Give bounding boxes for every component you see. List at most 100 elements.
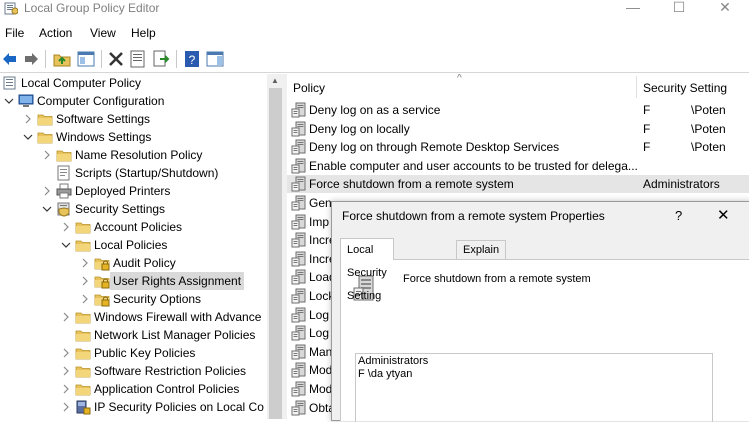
tree-item-label: Scripts (Startup/Shutdown) bbox=[75, 166, 219, 180]
tree-item[interactable]: IP Security Policies on Local Co bbox=[0, 398, 268, 416]
expand-chevron-down-icon[interactable] bbox=[23, 132, 33, 142]
dialog-help-button[interactable]: ? bbox=[675, 208, 682, 223]
policy-row[interactable]: Deny log on locally F \Poten bbox=[287, 120, 749, 138]
expand-chevron-right-icon[interactable] bbox=[80, 258, 90, 268]
expand-chevron-right-icon[interactable] bbox=[61, 402, 71, 412]
expand-chevron-right-icon[interactable] bbox=[80, 294, 90, 304]
forward-icon[interactable] bbox=[21, 49, 41, 69]
tab-explain[interactable]: Explain bbox=[456, 240, 507, 260]
policy-row[interactable]: Deny log on through Remote Desktop Servi… bbox=[287, 138, 749, 156]
export-list-icon[interactable] bbox=[151, 49, 171, 69]
tree-item[interactable]: Local Policies bbox=[0, 236, 268, 254]
tree-item[interactable]: Name Resolution Policy bbox=[0, 146, 268, 164]
expand-chevron-right-icon[interactable] bbox=[61, 366, 71, 376]
tree-item-label: Software Restriction Policies bbox=[94, 364, 247, 378]
up-folder-icon[interactable] bbox=[52, 49, 72, 69]
folder-icon bbox=[75, 330, 91, 342]
tree-item-label: Deployed Printers bbox=[75, 184, 171, 198]
tree-item[interactable]: Network List Manager Policies bbox=[0, 326, 268, 344]
tree-item-label: Local Policies bbox=[94, 238, 168, 252]
tree-item-label: Account Policies bbox=[94, 220, 183, 234]
tree-item[interactable]: Audit Policy bbox=[0, 254, 268, 272]
expand-chevron-right-icon[interactable] bbox=[61, 348, 71, 358]
tree-item[interactable]: Scripts (Startup/Shutdown) bbox=[0, 164, 268, 182]
computer-icon bbox=[18, 94, 34, 107]
folder-icon bbox=[75, 222, 91, 234]
minimize-button[interactable]: — bbox=[610, 0, 656, 20]
printer-icon bbox=[56, 183, 72, 199]
expand-chevron-down-icon[interactable] bbox=[61, 240, 71, 250]
tree-item-label: Security Options bbox=[113, 292, 202, 306]
principal-entry[interactable]: Administrators bbox=[358, 355, 428, 367]
close-button[interactable]: ✕ bbox=[702, 0, 748, 20]
expand-chevron-right-icon[interactable] bbox=[42, 186, 52, 196]
policy-security-setting: F bbox=[643, 103, 651, 117]
tree-item[interactable]: User Rights Assignment bbox=[0, 272, 268, 290]
tree-item[interactable]: Windows Firewall with Advance bbox=[0, 308, 268, 326]
tree-item[interactable]: Software Settings bbox=[0, 110, 268, 128]
tree-item-label: Computer Configuration bbox=[37, 94, 165, 108]
policy-name: Mod bbox=[309, 363, 333, 378]
tree-item[interactable]: Security Options bbox=[0, 290, 268, 308]
show-action-pane-icon[interactable] bbox=[205, 49, 225, 69]
ip-security-icon bbox=[76, 400, 91, 415]
tree-scrollbar-thumb[interactable] bbox=[269, 88, 282, 419]
expand-chevron-right-icon[interactable] bbox=[61, 384, 71, 394]
tree-item[interactable]: Security Settings bbox=[0, 200, 268, 218]
menu-action[interactable]: Action bbox=[39, 26, 72, 40]
policy-name: Force shutdown from a remote system bbox=[309, 177, 514, 192]
help-icon[interactable]: ? bbox=[182, 49, 202, 69]
tree-item[interactable]: Public Key Policies bbox=[0, 344, 268, 362]
principals-listbox[interactable]: Administrators F \da ytyan bbox=[355, 353, 713, 422]
policy-setting-icon bbox=[291, 325, 306, 341]
tree-item[interactable]: Software Restriction Policies bbox=[0, 362, 268, 380]
principal-entry[interactable]: F \da ytyan bbox=[358, 368, 412, 380]
policy-name: Mod bbox=[309, 382, 333, 396]
policy-row[interactable]: Enable computer and user accounts to be … bbox=[287, 157, 749, 175]
tree-item-label: Local Computer Policy bbox=[21, 76, 142, 90]
column-header-policy[interactable]: Policy bbox=[293, 74, 325, 98]
dialog-close-button[interactable]: ✕ bbox=[717, 206, 730, 224]
policy-row[interactable]: Force shutdown from a remote system Admin… bbox=[287, 175, 749, 194]
maximize-button[interactable]: ☐ bbox=[656, 0, 702, 20]
folder-icon bbox=[75, 312, 91, 324]
console-tree: Local Computer Policy Computer Configurat… bbox=[0, 74, 268, 419]
tree-scrollbar[interactable]: ▲ bbox=[267, 74, 284, 419]
tree-item[interactable]: Deployed Printers bbox=[0, 182, 268, 200]
column-header-security-setting[interactable]: Security Setting bbox=[643, 74, 727, 98]
policy-setting-icon bbox=[291, 269, 306, 285]
title-bar: Local Group Policy Editor — ☐ ✕ bbox=[0, 0, 749, 20]
folder-icon bbox=[37, 114, 53, 126]
tree-item[interactable]: Application Control Policies bbox=[0, 380, 268, 398]
expand-chevron-right-icon[interactable] bbox=[61, 312, 71, 322]
tree-item[interactable]: Local Computer Policy bbox=[0, 74, 268, 92]
menu-help[interactable]: Help bbox=[131, 26, 156, 40]
tree-item[interactable]: Account Policies bbox=[0, 218, 268, 236]
menu-view[interactable]: View bbox=[90, 26, 116, 40]
toolbar-separator bbox=[45, 50, 46, 68]
folder-icon bbox=[75, 366, 91, 378]
expand-chevron-right-icon[interactable] bbox=[61, 222, 71, 232]
expand-chevron-right-icon[interactable] bbox=[23, 114, 33, 124]
expand-chevron-right-icon[interactable] bbox=[80, 276, 90, 286]
policy-setting-icon bbox=[291, 158, 306, 174]
tree-item[interactable]: Windows Settings bbox=[0, 128, 268, 146]
column-divider[interactable] bbox=[636, 76, 637, 98]
expand-chevron-down-icon[interactable] bbox=[42, 204, 52, 214]
policy-setting-icon bbox=[291, 344, 306, 360]
policy-row[interactable]: Deny log on as a service F \Poten bbox=[287, 101, 749, 119]
properties-icon[interactable] bbox=[128, 49, 148, 69]
tab-local-security-setting[interactable]: Local Security Setting bbox=[340, 238, 394, 302]
policy-setting-icon bbox=[291, 400, 306, 416]
expand-chevron-right-icon[interactable] bbox=[42, 150, 52, 160]
tree-item[interactable]: Computer Configuration bbox=[0, 92, 268, 110]
policy-setting-icon bbox=[291, 102, 306, 118]
show-hide-tree-icon[interactable] bbox=[76, 49, 96, 69]
toolbar: ? bbox=[0, 46, 749, 73]
menu-file[interactable]: File bbox=[5, 26, 24, 40]
scroll-up-arrow-icon[interactable]: ▲ bbox=[271, 76, 279, 85]
policy-setting-icon bbox=[291, 362, 306, 378]
expand-chevron-down-icon[interactable] bbox=[4, 96, 14, 106]
delete-icon[interactable] bbox=[106, 49, 126, 69]
back-icon[interactable] bbox=[0, 49, 20, 69]
